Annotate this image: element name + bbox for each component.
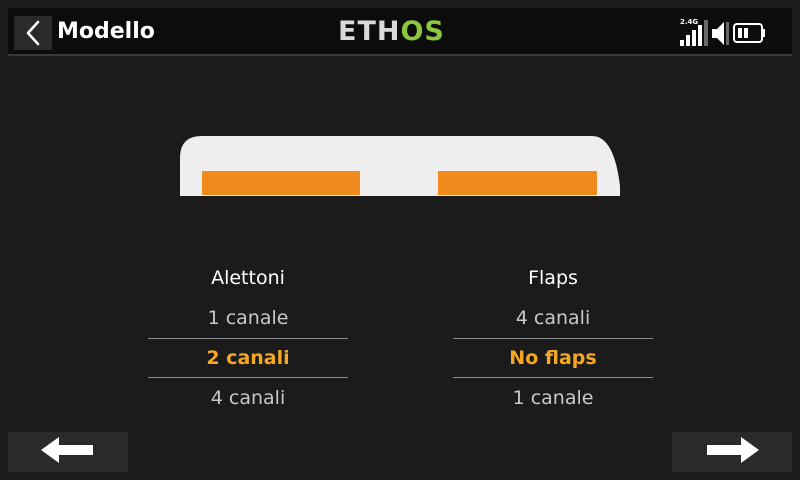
flaps-option-3[interactable]: 1 canale	[453, 378, 653, 418]
back-chevron-icon	[24, 20, 42, 46]
previous-button[interactable]	[8, 432, 128, 472]
back-button[interactable]	[14, 16, 52, 50]
wing-diagram	[180, 136, 620, 196]
ailerons-title: Alettoni	[211, 267, 285, 289]
ailerons-option-3[interactable]: 4 canali	[148, 378, 348, 418]
flaps-title: Flaps	[528, 267, 578, 289]
ailerons-option-1[interactable]: 1 canale	[148, 298, 348, 338]
signal-label: 2.4G	[680, 18, 698, 26]
arrow-right-icon	[705, 435, 759, 469]
aileron-right	[438, 171, 597, 195]
ailerons-column: Alettoni 1 canale 2 canali 4 canali	[148, 258, 348, 418]
aileron-left	[202, 171, 360, 195]
status-icons: 2.4G	[680, 18, 780, 48]
speaker-muted-icon	[712, 22, 729, 45]
ailerons-option-selected[interactable]: 2 canali	[148, 338, 348, 378]
page-title: Modello	[57, 19, 155, 44]
ethos-logo: ETHOS	[338, 17, 445, 47]
signal-bars-icon: 2.4G	[680, 18, 708, 46]
flaps-option-1[interactable]: 4 canali	[453, 298, 653, 338]
logo-part-2: OS	[400, 16, 445, 47]
flaps-option-selected[interactable]: No flaps	[453, 338, 653, 378]
arrow-left-icon	[41, 435, 95, 469]
logo-part-1: ETH	[338, 16, 401, 47]
top-bar: Modello ETHOS 2.4G	[8, 8, 792, 56]
flaps-column: Flaps 4 canali No flaps 1 canale	[453, 258, 653, 418]
battery-icon	[733, 23, 765, 43]
next-button[interactable]	[672, 432, 792, 472]
